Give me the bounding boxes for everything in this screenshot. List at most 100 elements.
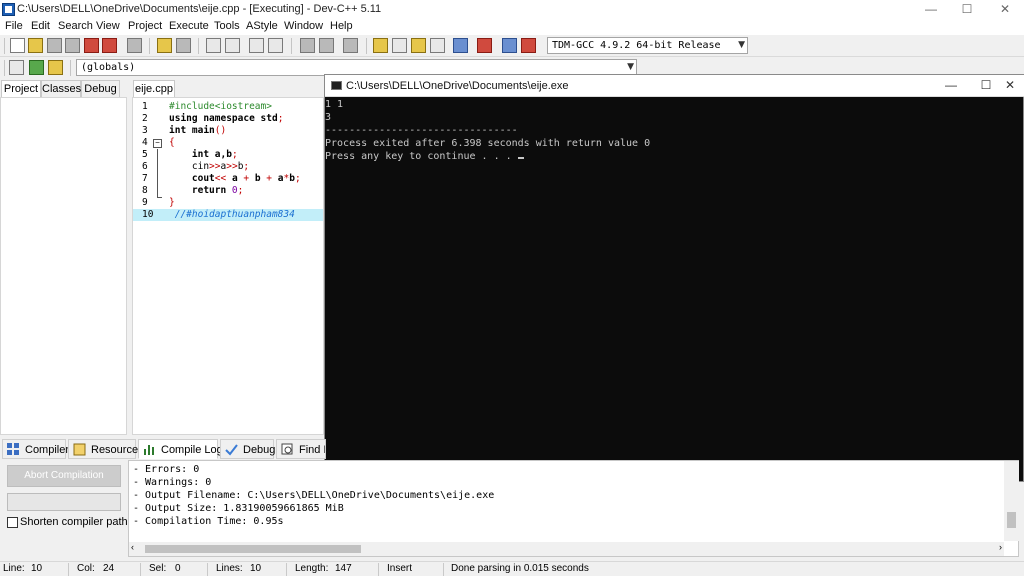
- menu-tools[interactable]: Tools: [214, 20, 240, 32]
- goto-back-icon[interactable]: [300, 38, 315, 53]
- close-button[interactable]: ✕: [986, 0, 1024, 19]
- tab-resources-label: Resources: [91, 444, 144, 456]
- toolbar-separator: [198, 38, 199, 54]
- bookmark-icon[interactable]: [343, 38, 358, 53]
- status-sel-label: Sel:: [149, 563, 167, 574]
- scroll-right-icon[interactable]: ›: [999, 542, 1002, 552]
- console-line: Press any key to continue . . .: [325, 151, 518, 162]
- save-icon[interactable]: [47, 38, 62, 53]
- console-maximize-button[interactable]: ☐: [967, 75, 1005, 97]
- code-line[interactable]: 3 int main(): [133, 125, 323, 137]
- console-icon: [331, 81, 342, 90]
- code-line[interactable]: 7 cout<< a + b + a*b;: [133, 173, 323, 185]
- tab-classes[interactable]: Classes: [41, 80, 81, 98]
- scroll-left-icon[interactable]: ‹: [131, 542, 134, 552]
- toolbar-separator: [366, 38, 367, 54]
- goto-forward-icon[interactable]: [319, 38, 334, 53]
- menu-help[interactable]: Help: [330, 20, 353, 32]
- new-file-icon[interactable]: [10, 38, 25, 53]
- console-close-button[interactable]: ✕: [1005, 75, 1024, 97]
- shorten-paths-checkbox[interactable]: [7, 517, 18, 528]
- code-line[interactable]: 8 return 0;: [133, 185, 323, 197]
- stop-execution-icon[interactable]: [477, 38, 492, 53]
- log-vertical-scroll-thumb[interactable]: [1007, 512, 1016, 528]
- log-horizontal-scroll-thumb[interactable]: [145, 545, 361, 553]
- code-line[interactable]: 10 //#hoidapthuanpham834: [133, 209, 323, 221]
- code-token: (): [214, 125, 227, 136]
- menu-window[interactable]: Window: [284, 20, 323, 32]
- print-icon[interactable]: [127, 38, 142, 53]
- replace-icon[interactable]: [225, 38, 240, 53]
- undo-icon[interactable]: [157, 38, 172, 53]
- console-minimize-button[interactable]: —: [932, 75, 970, 97]
- find-results-icon: [281, 443, 293, 455]
- tab-debug-output[interactable]: Debug: [220, 439, 275, 459]
- toolbar-grip: [4, 60, 5, 76]
- minimize-button[interactable]: —: [912, 0, 950, 19]
- unindent-icon[interactable]: [268, 38, 283, 53]
- menu-project[interactable]: Project: [128, 20, 162, 32]
- abort-compilation-button[interactable]: Abort Compilation: [7, 465, 121, 487]
- code-token: >>: [226, 161, 238, 172]
- status-insert-mode: Insert: [387, 563, 413, 574]
- menu-execute[interactable]: Execute: [169, 20, 209, 32]
- code-token: using namespace: [169, 113, 255, 124]
- line-number: 6: [142, 161, 148, 172]
- log-line: - Warnings: 0: [133, 477, 212, 488]
- debug-icon[interactable]: [521, 38, 536, 53]
- syntax-check-icon[interactable]: [453, 38, 468, 53]
- fold-collapse-icon[interactable]: −: [153, 139, 162, 148]
- redo-icon[interactable]: [176, 38, 191, 53]
- tab-compiler[interactable]: Compiler: [2, 439, 69, 459]
- close-all-icon[interactable]: [102, 38, 117, 53]
- code-line[interactable]: 5 int a,b;: [133, 149, 323, 161]
- compiler-select[interactable]: TDM-GCC 4.9.2 64-bit Release ▼: [547, 37, 748, 54]
- save-all-icon[interactable]: [65, 38, 80, 53]
- run-icon[interactable]: [392, 38, 407, 53]
- code-token: }: [169, 197, 175, 208]
- tab-resources[interactable]: Resources: [68, 439, 144, 459]
- code-line[interactable]: 9}: [133, 197, 323, 209]
- line-number: 3: [142, 125, 148, 136]
- menu-view[interactable]: View: [96, 20, 120, 32]
- code-token: a: [226, 173, 244, 184]
- code-line[interactable]: 2 using namespace std;: [133, 113, 323, 125]
- console-title: C:\Users\DELL\OneDrive\Documents\eije.ex…: [346, 80, 569, 92]
- fold-line-end: [157, 197, 162, 198]
- menu-search[interactable]: Search: [58, 20, 93, 32]
- menu-file[interactable]: File: [5, 20, 23, 32]
- menu-edit[interactable]: Edit: [31, 20, 50, 32]
- code-line[interactable]: 1 #include<iostream>: [133, 101, 323, 113]
- title-bar: C:\Users\DELL\OneDrive\Documents\eije.cp…: [0, 0, 1024, 19]
- menu-astyle[interactable]: AStyle: [246, 20, 278, 32]
- tab-find-results[interactable]: Find R: [276, 439, 326, 459]
- indent-icon[interactable]: [249, 38, 264, 53]
- status-col-label: Col:: [77, 563, 95, 574]
- tab-eije-cpp[interactable]: eije.cpp: [133, 80, 175, 98]
- tab-project[interactable]: Project: [1, 80, 41, 98]
- line-number: 10: [142, 209, 154, 220]
- toggle-bookmark-icon[interactable]: [48, 60, 63, 75]
- code-line[interactable]: 6 cin>>a>>b;: [133, 161, 323, 173]
- goto-declaration-icon[interactable]: [29, 60, 44, 75]
- tab-debug[interactable]: Debug: [81, 80, 120, 98]
- project-browser[interactable]: [0, 97, 127, 435]
- find-icon[interactable]: [206, 38, 221, 53]
- maximize-button[interactable]: ☐: [948, 0, 986, 19]
- compile-icon[interactable]: [373, 38, 388, 53]
- open-file-icon[interactable]: [28, 38, 43, 53]
- insert-icon[interactable]: [9, 60, 24, 75]
- close-file-icon[interactable]: [84, 38, 99, 53]
- console-window[interactable]: C:\Users\DELL\OneDrive\Documents\eije.ex…: [324, 74, 1024, 482]
- rebuild-icon[interactable]: [430, 38, 445, 53]
- tab-compile-log[interactable]: Compile Log: [138, 439, 223, 459]
- profile-icon[interactable]: [502, 38, 517, 53]
- status-separator: [286, 563, 287, 576]
- code-token: {: [169, 137, 175, 148]
- code-editor[interactable]: 1 #include<iostream> 2 using namespace std;…: [132, 97, 324, 435]
- toolbar-separator: [291, 38, 292, 54]
- checkmark-icon: [225, 444, 238, 456]
- compile-run-icon[interactable]: [411, 38, 426, 53]
- log-vertical-scrollbar[interactable]: [1004, 461, 1019, 541]
- code-token: cout: [169, 173, 215, 184]
